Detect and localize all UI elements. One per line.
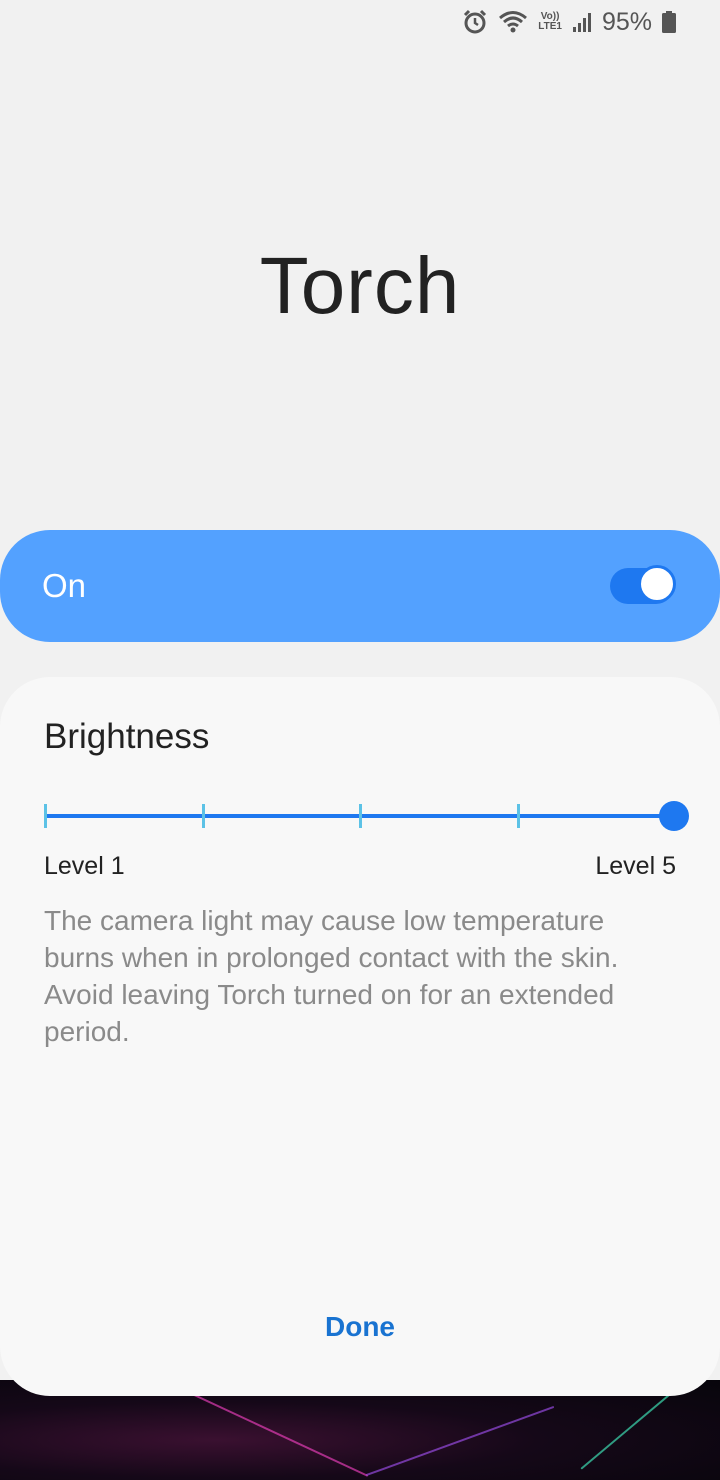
volte-lte-icon: Vo)) LTE1 — [538, 12, 562, 32]
switch-knob — [638, 565, 676, 603]
brightness-heading: Brightness — [44, 717, 210, 756]
slider-tick — [201, 804, 205, 828]
slider-tick — [359, 804, 362, 828]
torch-toggle-row[interactable]: On — [0, 530, 720, 642]
slider-tick — [44, 804, 47, 828]
lte-label: LTE1 — [538, 21, 562, 32]
slider-thumb[interactable] — [659, 801, 689, 831]
level-min-label: Level 1 — [44, 852, 125, 880]
battery-percent: 95% — [601, 7, 652, 36]
level-max-label: Level 5 — [595, 852, 676, 880]
done-button[interactable]: Done — [0, 1307, 720, 1347]
slider-tick — [516, 804, 520, 828]
signal-icon — [572, 11, 592, 33]
alarm-icon — [462, 9, 488, 35]
warning-text: The camera light may cause low temperatu… — [44, 905, 619, 1047]
status-bar: Vo)) LTE1 95% — [0, 0, 720, 44]
torch-switch[interactable] — [610, 565, 676, 604]
page-title: Torch — [259, 241, 461, 330]
brightness-slider[interactable] — [44, 801, 689, 831]
brightness-sheet: Brightness Level 1 Level 5 The camera li… — [0, 677, 720, 1396]
battery-icon — [662, 11, 676, 33]
toggle-label: On — [42, 567, 87, 604]
wifi-icon — [498, 10, 528, 34]
